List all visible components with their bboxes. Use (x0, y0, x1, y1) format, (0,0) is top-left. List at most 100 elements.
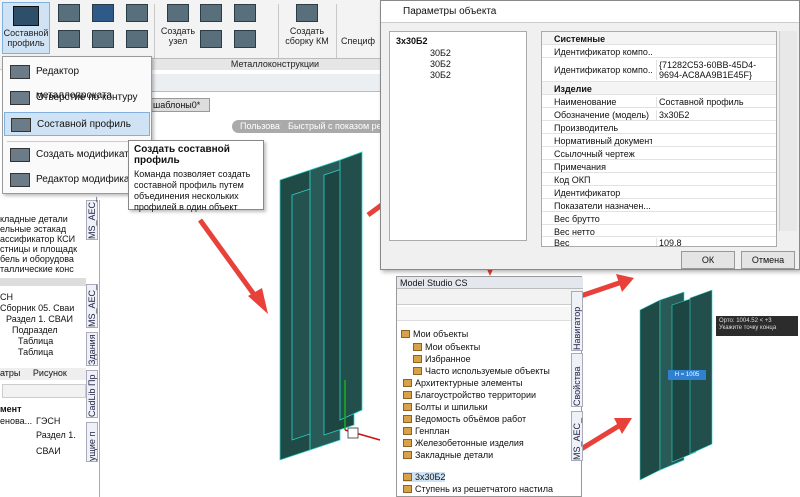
side-tab[interactable]: MS_AEC_ (86, 284, 98, 328)
tree-item[interactable]: стницы и площадк (0, 244, 77, 254)
list-item-label: Избранное (425, 354, 471, 364)
prop-row[interactable]: Показатели назначен... (542, 199, 776, 212)
dialog-side-toolbar (779, 31, 797, 231)
side-tab[interactable]: MS_AEC_ (86, 197, 98, 240)
tree-item[interactable]: кладные детали (0, 214, 68, 224)
prop-row[interactable]: Вес нетто (542, 225, 776, 237)
prop-key: Показатели назначен... (554, 201, 651, 211)
table-header: мент (0, 404, 22, 414)
prop-key: Вес брутто (554, 214, 600, 224)
tree-root[interactable]: 3x30Б2 (396, 36, 428, 46)
tree-item[interactable]: СН (0, 292, 13, 302)
tree-item[interactable]: Подраздел (12, 325, 58, 335)
tree-item[interactable]: Раздел 1. СВАИ (6, 314, 73, 324)
prop-row[interactable]: Наименование Составной профиль (542, 95, 776, 108)
tree-item[interactable]: бель и оборудова (0, 254, 74, 264)
side-tab-navigator[interactable]: Навигатор (571, 291, 583, 351)
tree-item[interactable]: Таблица (18, 336, 53, 346)
folder-icon (403, 439, 412, 447)
tab-drawing[interactable]: Рисунок (33, 368, 67, 378)
folder-icon (401, 330, 410, 338)
tree-item[interactable]: ассификатор КСИ (0, 234, 75, 244)
menu-label: Отверстие по контуру (36, 92, 138, 103)
tab-params[interactable]: атры (0, 368, 20, 378)
folder-icon (403, 427, 412, 435)
prop-key: Системные (554, 34, 606, 44)
list-item[interactable]: Железобетонные изделия (403, 438, 524, 448)
prop-row[interactable]: Производитель (542, 121, 776, 134)
folder-icon (403, 391, 412, 399)
prop-key: Вес (554, 238, 570, 247)
prop-row[interactable]: Идентификатор (542, 186, 776, 199)
menu-divider (7, 141, 147, 142)
folder-icon (403, 451, 412, 459)
tree-child[interactable]: 30Б2 (430, 70, 451, 80)
model-studio-panel: Model Studio CS Мои объекты Мои объекты … (396, 276, 583, 497)
composite-profile-icon (11, 118, 31, 132)
prop-row[interactable]: Идентификатор компо... {71282C53-60BB-45D… (542, 58, 776, 82)
tree-item[interactable]: таллические конс (0, 264, 74, 274)
tree-child[interactable]: 30Б2 (430, 59, 451, 69)
prop-row[interactable]: Вес брутто (542, 212, 776, 225)
modifier-icon (10, 148, 30, 162)
list-item[interactable]: Болты и шпильки (403, 402, 488, 412)
horizontal-scrollbar[interactable] (0, 278, 86, 286)
prop-value: 109.8 (656, 238, 776, 246)
prop-key: Обозначение (модель) (554, 110, 650, 120)
list-item-label: Архитектурные элементы (415, 378, 523, 388)
profile-editor-icon (10, 65, 30, 79)
prop-row[interactable]: Идентификатор компо... (542, 45, 776, 58)
ok-button[interactable]: ОК (681, 251, 735, 269)
prop-key: Идентификатор компо... (554, 65, 652, 75)
prop-row[interactable]: Код ОКП (542, 173, 776, 186)
prop-key: Идентификатор компо... (554, 47, 652, 57)
folder-icon (403, 379, 412, 387)
side-tab[interactable]: Здания (86, 332, 98, 366)
prop-key: Идентификатор (554, 188, 621, 198)
prop-key: Нормативный документ (554, 136, 652, 146)
menu-item-profile-editor[interactable]: Редактор металлопроката (4, 60, 150, 101)
list-item[interactable]: Избранное (413, 354, 471, 364)
tree-child[interactable]: 30Б2 (430, 48, 451, 58)
prop-row[interactable]: Примечания (542, 160, 776, 173)
cancel-button[interactable]: Отмена (741, 251, 795, 269)
property-grid: Системные Идентификатор компо... Идентиф… (541, 31, 777, 247)
prop-key: Вес нетто (554, 227, 595, 237)
tooltip-title: Создать составной профиль (134, 144, 230, 166)
list-item-selected[interactable]: 3x30Б2 (403, 472, 446, 482)
side-tab-properties[interactable]: Свойства (571, 353, 583, 407)
panel-toolbar (397, 289, 583, 305)
prop-row[interactable]: Вес 109.8 (542, 237, 776, 247)
left-panel: кладные детали ельные эстакад ассификато… (0, 197, 100, 497)
tree-item[interactable]: ельные эстакад (0, 224, 66, 234)
list-item[interactable]: Ведомость объёмов работ (403, 414, 526, 424)
menu-item-composite-profile[interactable]: Составной профиль (4, 112, 150, 136)
composite-profile-model[interactable] (279, 151, 363, 461)
list-item[interactable]: Часто используемые объекты (413, 366, 550, 376)
stair-icon (403, 485, 412, 493)
tree-item[interactable]: Таблица (18, 347, 53, 357)
menu-label: Составной профиль (37, 119, 131, 130)
list-item[interactable]: Архитектурные элементы (403, 378, 522, 388)
objects-root[interactable]: Мои объекты (401, 329, 468, 339)
prop-key: Примечания (554, 162, 606, 172)
contour-hole-icon (10, 91, 30, 105)
menu-item-contour-hole[interactable]: Отверстие по контуру (4, 86, 150, 110)
panel-toolbar-2 (397, 307, 583, 321)
list-item[interactable]: Ступень из решетчатого настила (403, 484, 553, 494)
side-tab-aec[interactable]: MS_AEC_ (571, 411, 583, 461)
table-cell: СВАИ (36, 446, 61, 456)
command-tooltip: Создать составной профиль Команда позвол… (128, 140, 264, 212)
list-item[interactable]: Мои объекты (413, 342, 480, 352)
prop-row[interactable]: Обозначение (модель) 3x30Б2 (542, 108, 776, 121)
prop-row[interactable]: Ссылочный чертеж (542, 147, 776, 160)
list-item[interactable]: Благоустройство территории (403, 390, 536, 400)
composite-profile-model-2[interactable] (639, 289, 713, 481)
list-item[interactable]: Генплан (403, 426, 449, 436)
list-item[interactable]: Закладные детали (403, 450, 493, 460)
side-tab[interactable]: CadLib Пр (86, 370, 98, 418)
tree-item[interactable]: Сборник 05. Сваи (0, 303, 74, 313)
panel-title: Model Studio CS (397, 277, 583, 289)
prop-row[interactable]: Нормативный документ (542, 134, 776, 147)
side-tab[interactable]: ущие п (86, 422, 98, 462)
